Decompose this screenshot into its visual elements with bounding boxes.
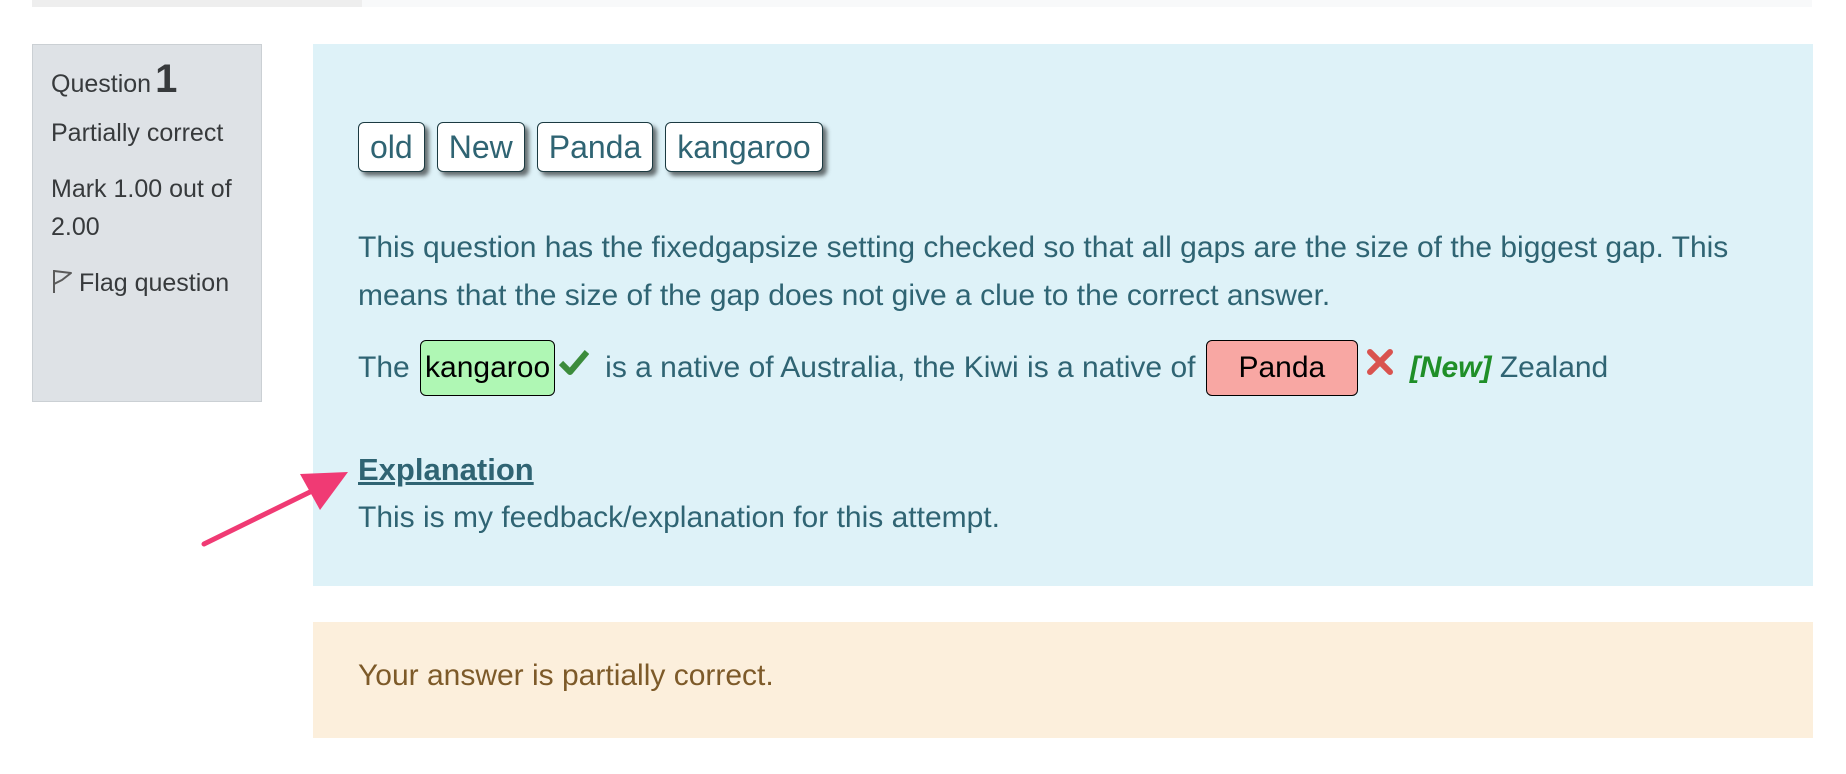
cross-icon [1366, 349, 1393, 375]
flag-icon [53, 270, 72, 293]
correct-answer-label: [New] [1409, 351, 1492, 385]
flag-question-button[interactable]: Flag question [51, 264, 243, 302]
question-state: Partially correct [51, 119, 224, 147]
question-info-panel: Question 1 Partially correct Mark 1.00 ou… [32, 44, 262, 402]
explanation-heading[interactable]: Explanation [358, 450, 534, 490]
gap-1-correct[interactable]: kangaroo [420, 340, 556, 397]
drag-item-kangaroo[interactable]: kangaroo [665, 122, 823, 172]
flag-question-label: Flag question [79, 269, 230, 297]
sentence-part-3: Zealand [1499, 351, 1609, 385]
question-number-row: Question 1 [51, 59, 243, 104]
question-outcome: Your answer is partially correct. [313, 622, 1813, 738]
question-formulation: old New Panda kangaroo This question has… [313, 44, 1813, 586]
check-icon [559, 350, 590, 375]
drag-item-panda[interactable]: Panda [536, 122, 654, 172]
sentence-part-1: The [358, 351, 410, 385]
drag-items-area: old New Panda kangaroo [358, 122, 823, 172]
question-grade: Mark 1.00 out of 2.00 [51, 175, 232, 241]
arrow-annotation [201, 472, 348, 547]
outcome-feedback: Your answer is partially correct. [358, 659, 774, 692]
explanation-text: This is my feedback/explanation for this… [358, 501, 1000, 534]
question-number: 1 [155, 57, 178, 101]
gap-2-incorrect[interactable]: Panda [1205, 340, 1358, 397]
drag-item-old[interactable]: old [358, 122, 425, 172]
question-sentence: The kangaroo is a native of Australia, t… [358, 337, 1798, 397]
top-bar-segment [32, 0, 362, 7]
sentence-part-2: is a native of Australia, the Kiwi is a … [605, 351, 1196, 385]
question-text: This question has the fixedgapsize setti… [358, 231, 1729, 312]
question-label: Question [51, 70, 152, 98]
drag-item-new[interactable]: New [436, 122, 525, 172]
